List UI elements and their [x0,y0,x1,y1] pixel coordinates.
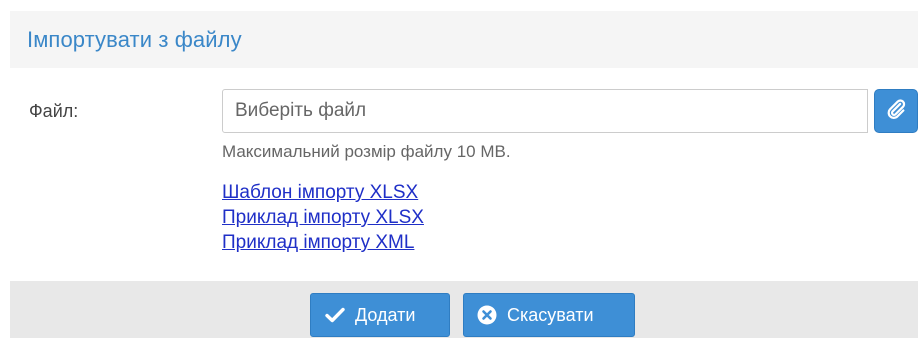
check-icon [325,307,345,323]
link-template-xlsx[interactable]: Шаблон імпорту XLSX [222,180,424,205]
attach-file-button[interactable] [874,89,918,133]
file-size-hint: Максимальний розмір файлу 10 MB. [222,142,511,161]
paperclip-icon [885,98,907,125]
dialog-header: Імпортувати з файлу [10,11,918,68]
add-button-label: Додати [355,304,416,325]
close-circle-icon [477,305,497,325]
cancel-button-label: Скасувати [507,304,594,325]
link-example-xml[interactable]: Приклад імпорту XML [222,230,424,255]
file-input[interactable]: Виберіть файл [222,89,868,133]
dialog-title: Імпортувати з файлу [27,26,242,52]
dialog-footer: Додати Скасувати [10,281,918,338]
file-field-row: Файл: Виберіть файл [10,89,918,133]
template-links: Шаблон імпорту XLSX Приклад імпорту XLSX… [222,180,424,255]
import-dialog: Імпортувати з файлу Файл: Виберіть файл … [0,0,918,338]
link-example-xlsx[interactable]: Приклад імпорту XLSX [222,205,424,230]
file-label: Файл: [29,101,79,121]
cancel-button[interactable]: Скасувати [463,293,635,337]
add-button[interactable]: Додати [310,293,450,337]
